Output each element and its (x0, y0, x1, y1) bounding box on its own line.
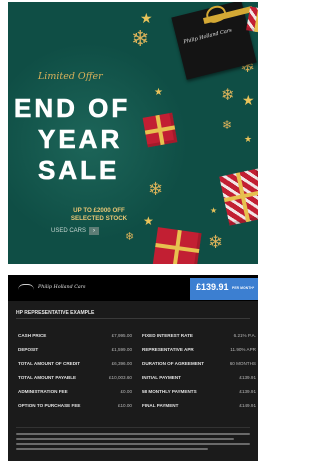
snowflake-icon: ❄ (125, 231, 135, 243)
monthly-price-tag: £139.91 PER MONTH* (190, 278, 258, 300)
monthly-price: £139.91 (196, 282, 229, 292)
row-label: 58 MONTHLY PAYMENTS (142, 389, 197, 394)
fine-print-line (16, 438, 234, 440)
row-label: TOTAL AMOUNT OF CREDIT (18, 361, 81, 366)
finance-example-card: Philip Holland Cars £139.91 PER MONTH* H… (8, 275, 258, 461)
red-gift-box (152, 227, 202, 264)
per-month-label: PER MONTH* (232, 286, 255, 290)
snowflake-icon: ❄ (221, 87, 235, 104)
row-label: FIXED INTEREST RATE (142, 333, 193, 338)
used-cars-label: USED CARS (51, 228, 87, 234)
limited-offer-tagline: Limited Offer (38, 71, 103, 82)
offer-line-1: UP TO £2000 OFF (73, 207, 125, 214)
finance-row: OPTION TO PURCHASE FEE £10.00 (18, 400, 132, 414)
row-label: CASH PRICE (18, 333, 47, 338)
row-value: £139.91 (239, 375, 256, 380)
section-title: HP REPRESENTATIVE EXAMPLE (16, 310, 95, 316)
row-label: DEPOSIT (18, 347, 39, 352)
disclaimer-fine-print (16, 427, 250, 461)
row-value: £10,003.60 (109, 375, 132, 380)
arrow-right-icon: › (89, 227, 100, 235)
finance-left-column: CASH PRICE £7,995.00 DEPOSIT £1,599.00 TOT… (18, 330, 132, 414)
promo-banner[interactable]: ❄ ❄ ❄ ❄ ❄ ❄ ❄ ★ ★ ★ ★ ★ ★ Philip Holland… (8, 2, 258, 264)
headline-line-3: SALE (38, 155, 120, 185)
finance-row: TOTAL AMOUNT PAYABLE £10,003.60 (18, 372, 132, 386)
row-label: TOTAL AMOUNT PAYABLE (18, 375, 77, 380)
row-value: 60 MONTHS (229, 361, 256, 366)
star-icon: ★ (140, 10, 153, 26)
row-value: £7,995.00 (111, 333, 132, 338)
row-value: £1,599.00 (111, 347, 132, 352)
star-icon: ★ (242, 92, 255, 108)
row-value: £139.91 (239, 389, 256, 394)
row-value: £149.91 (239, 403, 256, 408)
row-label: OPTION TO PURCHASE FEE (18, 403, 81, 408)
car-logo-icon (18, 284, 34, 290)
finance-row: DEPOSIT £1,599.00 (18, 344, 132, 358)
row-value: £0.00 (120, 389, 133, 394)
finance-right-column: FIXED INTEREST RATE 6.21% P.A. REPRESENTA… (142, 330, 256, 414)
snowflake-icon: ❄ (131, 26, 150, 51)
row-label: REPRESENTATIVE APR (142, 347, 194, 352)
row-label: DURATION OF AGREEMENT (142, 361, 205, 366)
finance-row: TOTAL AMOUNT OF CREDIT £6,396.00 (18, 358, 132, 372)
star-icon: ★ (154, 87, 163, 98)
star-icon: ★ (210, 206, 218, 215)
row-value: 11.90% APR (230, 347, 256, 352)
finance-row: FIXED INTEREST RATE 6.21% P.A. (142, 330, 256, 344)
finance-row: 58 MONTHLY PAYMENTS £139.91 (142, 386, 256, 400)
star-icon: ★ (244, 134, 253, 144)
finance-row: REPRESENTATIVE APR 11.90% APR (142, 344, 256, 358)
finance-row: FINAL PAYMENT £149.91 (142, 400, 256, 414)
finance-row: ADMINISTRATION FEE £0.00 (18, 386, 132, 400)
row-label: FINAL PAYMENT (142, 403, 179, 408)
fine-print-line (16, 443, 250, 445)
striped-gift-box (219, 168, 258, 226)
snowflake-icon: ❄ (208, 232, 224, 252)
star-icon: ★ (143, 214, 154, 228)
headline-line-2: YEAR (38, 124, 123, 154)
section-divider (16, 318, 250, 319)
brand-name: Philip Holland Cars (38, 284, 86, 290)
snowflake-icon: ❄ (222, 118, 233, 132)
used-cars-button[interactable]: USED CARS › (48, 225, 102, 237)
finance-row: CASH PRICE £7,995.00 (18, 330, 132, 344)
red-gift-box (142, 112, 178, 148)
row-value: £6,396.00 (111, 361, 132, 366)
row-value: 6.21% P.A. (233, 333, 256, 338)
brand-logo[interactable]: Philip Holland Cars (18, 284, 85, 290)
row-value: £10.00 (117, 403, 132, 408)
offer-line-2: SELECTED STOCK (70, 215, 128, 222)
row-label: INITIAL PAYMENT (142, 375, 181, 380)
gift-box-brand: Philip Holland Cars (182, 27, 233, 46)
headline-line-1: END OF (14, 93, 131, 123)
fine-print-line (16, 448, 208, 450)
finance-row: DURATION OF AGREEMENT 60 MONTHS (142, 358, 256, 372)
fine-print-line (16, 433, 250, 435)
row-label: ADMINISTRATION FEE (18, 389, 68, 394)
finance-row: INITIAL PAYMENT £139.91 (142, 372, 256, 386)
snowflake-icon: ❄ (148, 179, 164, 199)
offer-text: UP TO £2000 OFF SELECTED STOCK (54, 207, 144, 223)
